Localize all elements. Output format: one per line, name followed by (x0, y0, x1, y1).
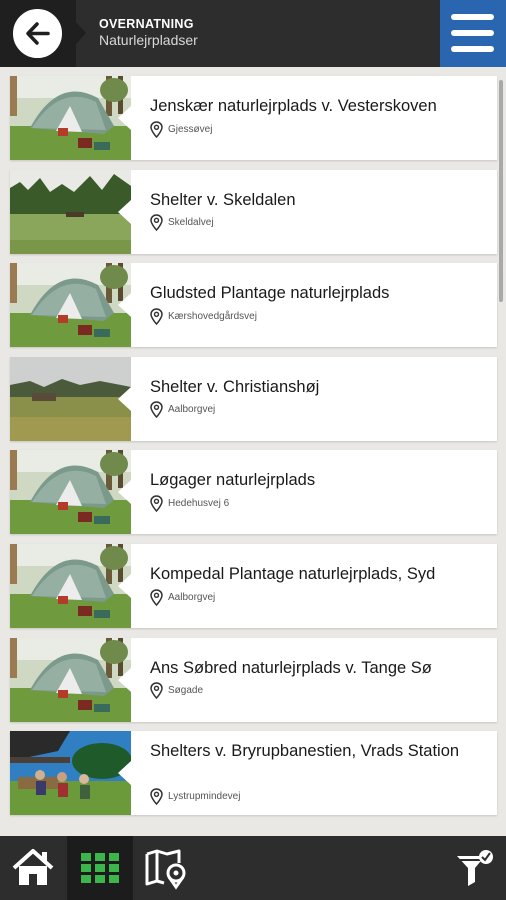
tab-filter[interactable] (440, 836, 506, 900)
item-location: Aalborgvej (150, 588, 215, 606)
item-location-text: Hedehusvej 6 (168, 497, 230, 509)
location-pin-icon (150, 307, 163, 325)
item-location-text: Lystrupmindevej (168, 790, 241, 802)
item-location: Kærshovedgårdsvej (150, 307, 257, 325)
menu-icon-bar (451, 30, 494, 36)
thumbnail-notch (118, 761, 131, 786)
item-title: Kompedal Plantage naturlejrplads, Syd (150, 565, 436, 583)
item-title: Løgager naturlejrplads (150, 471, 316, 490)
item-thumbnail (10, 450, 131, 535)
tab-map[interactable] (134, 836, 200, 900)
item-location: Skeldalvej (150, 214, 214, 232)
item-location-text: Gjessøvej (168, 123, 213, 135)
location-pin-icon (150, 682, 163, 700)
campsite-photo (10, 169, 131, 254)
menu-icon-bar (451, 46, 494, 52)
item-location: Gjessøvej (150, 120, 212, 138)
map-pin-icon (145, 849, 186, 890)
back-notch (76, 22, 86, 44)
item-title: Ans Søbred naturlejrplads v. Tange Sø (150, 658, 432, 677)
location-pin-icon (150, 588, 163, 606)
item-title: Shelters v. Bryrupbanestien, Vrads Stati… (150, 742, 460, 761)
item-location: Aalborgvej (150, 401, 215, 419)
list-item[interactable]: Shelter v. Christianshøj Aalborgvej (10, 356, 497, 441)
list-item[interactable]: Kompedal Plantage naturlejrplads, Syd Aal… (10, 544, 497, 628)
item-location: Hedehusvej 6 (150, 494, 229, 512)
filter-icon (457, 850, 493, 886)
list-item[interactable]: Løgager naturlejrplads Hedehusvej 6 (10, 450, 497, 535)
thumbnail-notch (118, 667, 131, 692)
item-title: Jenskær naturlejrplads v. Vesterskoven (150, 97, 437, 115)
home-icon (12, 849, 54, 885)
thumbnail-notch (118, 293, 131, 318)
arrow-left-icon (26, 22, 50, 45)
campsite-photo (10, 450, 131, 535)
campsite-photo (10, 637, 131, 722)
tab-list[interactable] (67, 836, 133, 900)
bottom-nav (0, 836, 506, 900)
thumbnail-notch (118, 106, 131, 130)
item-title: Shelter v. Christianshøj (150, 377, 320, 396)
item-location-text: Søgade (168, 685, 204, 697)
scrollbar[interactable] (499, 80, 503, 302)
menu-icon-bar (451, 14, 494, 20)
campsite-photo (10, 356, 131, 441)
header-title: OVERNATNING (99, 17, 194, 31)
tab-home[interactable] (0, 836, 66, 900)
item-title: Shelter v. Skeldalen (150, 190, 296, 209)
top-bar: OVERNATNING Naturlejrpladser (0, 0, 506, 67)
item-thumbnail (10, 76, 131, 160)
campsite-photo (10, 76, 131, 160)
location-pin-icon (150, 214, 163, 232)
back-button[interactable] (13, 9, 62, 58)
grid-icon (81, 853, 119, 883)
list-item[interactable]: Shelters v. Bryrupbanestien, Vrads Stati… (10, 731, 497, 816)
campsite-list[interactable]: Jenskær naturlejrplads v. Vesterskoven Gj… (0, 67, 506, 836)
header-subtitle: Naturlejrpladser (99, 32, 198, 48)
thumbnail-notch (118, 386, 131, 411)
campsite-photo (10, 544, 131, 628)
item-thumbnail (10, 637, 131, 722)
item-thumbnail (10, 169, 131, 254)
item-title: Gludsted Plantage naturlejrplads (150, 284, 390, 303)
item-location: Søgade (150, 682, 203, 700)
thumbnail-notch (118, 199, 131, 224)
campsite-photo (10, 731, 131, 816)
item-thumbnail (10, 544, 131, 628)
location-pin-icon (150, 120, 163, 138)
item-thumbnail (10, 263, 131, 348)
menu-button[interactable] (440, 0, 506, 67)
item-thumbnail (10, 731, 131, 816)
list-item[interactable]: Gludsted Plantage naturlejrplads Kærshove… (10, 263, 497, 348)
header-title-block: OVERNATNING Naturlejrpladser (99, 17, 198, 48)
list-item[interactable]: Jenskær naturlejrplads v. Vesterskoven Gj… (10, 76, 497, 160)
list-item[interactable]: Shelter v. Skeldalen Skeldalvej (10, 169, 497, 254)
item-location-text: Aalborgvej (168, 591, 216, 603)
location-pin-icon (150, 401, 163, 419)
item-location-text: Aalborgvej (168, 404, 216, 416)
list-item[interactable]: Ans Søbred naturlejrplads v. Tange Sø Søg… (10, 637, 497, 722)
thumbnail-notch (118, 574, 131, 598)
item-location-text: Kærshovedgårdsvej (168, 310, 257, 322)
back-area[interactable] (0, 0, 76, 67)
location-pin-icon (150, 495, 163, 512)
location-pin-icon (150, 787, 163, 805)
item-location-text: Skeldalvej (168, 217, 214, 229)
item-location: Lystrupmindevej (150, 787, 240, 805)
thumbnail-notch (118, 480, 131, 505)
campsite-photo (10, 263, 131, 348)
item-thumbnail (10, 356, 131, 441)
